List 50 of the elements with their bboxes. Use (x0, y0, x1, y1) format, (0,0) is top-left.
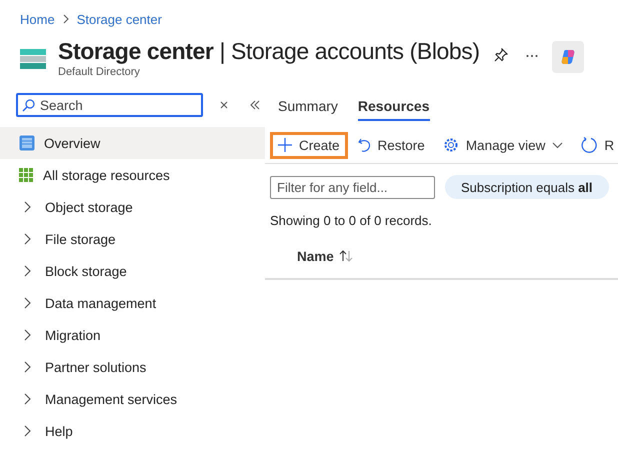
tab[interactable]: Resources (358, 91, 430, 121)
sidebar-item[interactable]: Partner solutions (0, 351, 265, 383)
sidebar-item[interactable]: Overview (0, 127, 265, 159)
chevron-icon (24, 201, 32, 213)
toolbar-button[interactable]: Restore (350, 132, 433, 158)
grid-icon (19, 168, 34, 182)
breadcrumb-link[interactable]: Home (20, 12, 55, 26)
pin-icon[interactable] (494, 48, 508, 62)
refresh-icon (581, 137, 598, 153)
directory-label: Default Directory (58, 66, 141, 78)
overview-icon (19, 135, 35, 151)
sort-icon[interactable] (338, 250, 353, 262)
sidebar-item[interactable]: File storage (0, 223, 265, 255)
plus-icon (278, 138, 292, 152)
page-title: Storage center | Storage accounts (Blobs) (58, 37, 480, 65)
toolbar-button[interactable]: Create (270, 132, 348, 158)
chevron-icon (24, 329, 32, 341)
chevron-icon (24, 361, 32, 373)
toolbar-button[interactable]: Manage view (434, 131, 572, 159)
chevron-icon (24, 233, 32, 245)
clear-icon[interactable] (219, 100, 229, 110)
sidebar-item[interactable]: Object storage (0, 191, 265, 223)
sidebar-item[interactable]: Block storage (0, 255, 265, 287)
filter-field[interactable]: Filter for any field... (270, 176, 435, 198)
undo-icon (358, 138, 371, 152)
chevron-icon (24, 265, 32, 277)
more-icon[interactable] (526, 54, 538, 58)
chevron-icon (24, 425, 32, 437)
sidebar-item[interactable]: Management services (0, 383, 265, 415)
caret-icon (552, 142, 564, 148)
sidebar-item[interactable]: All storage resources (0, 159, 265, 191)
chevron-icon (62, 14, 70, 24)
breadcrumb-link[interactable]: Storage center (76, 12, 162, 26)
search-icon (22, 99, 35, 112)
search-field[interactable]: Search (16, 93, 203, 117)
gear-icon (442, 137, 459, 153)
records-count: Showing 0 to 0 of 0 records. (270, 213, 433, 228)
copilot-button[interactable] (552, 41, 584, 73)
sidebar-item[interactable]: Migration (0, 319, 265, 351)
tab[interactable]: Summary (278, 91, 338, 121)
collapse-icon[interactable] (249, 100, 261, 110)
toolbar-button[interactable]: R (573, 131, 618, 159)
sidebar-item[interactable]: Help (0, 415, 265, 447)
filter-pill[interactable]: Subscription equals all (445, 175, 609, 199)
storage-icon (20, 47, 46, 71)
chevron-icon (24, 393, 32, 405)
column-header[interactable]: Name (297, 248, 334, 264)
sidebar-item[interactable]: Data management (0, 287, 265, 319)
chevron-icon (24, 297, 32, 309)
copilot-icon (558, 48, 577, 66)
